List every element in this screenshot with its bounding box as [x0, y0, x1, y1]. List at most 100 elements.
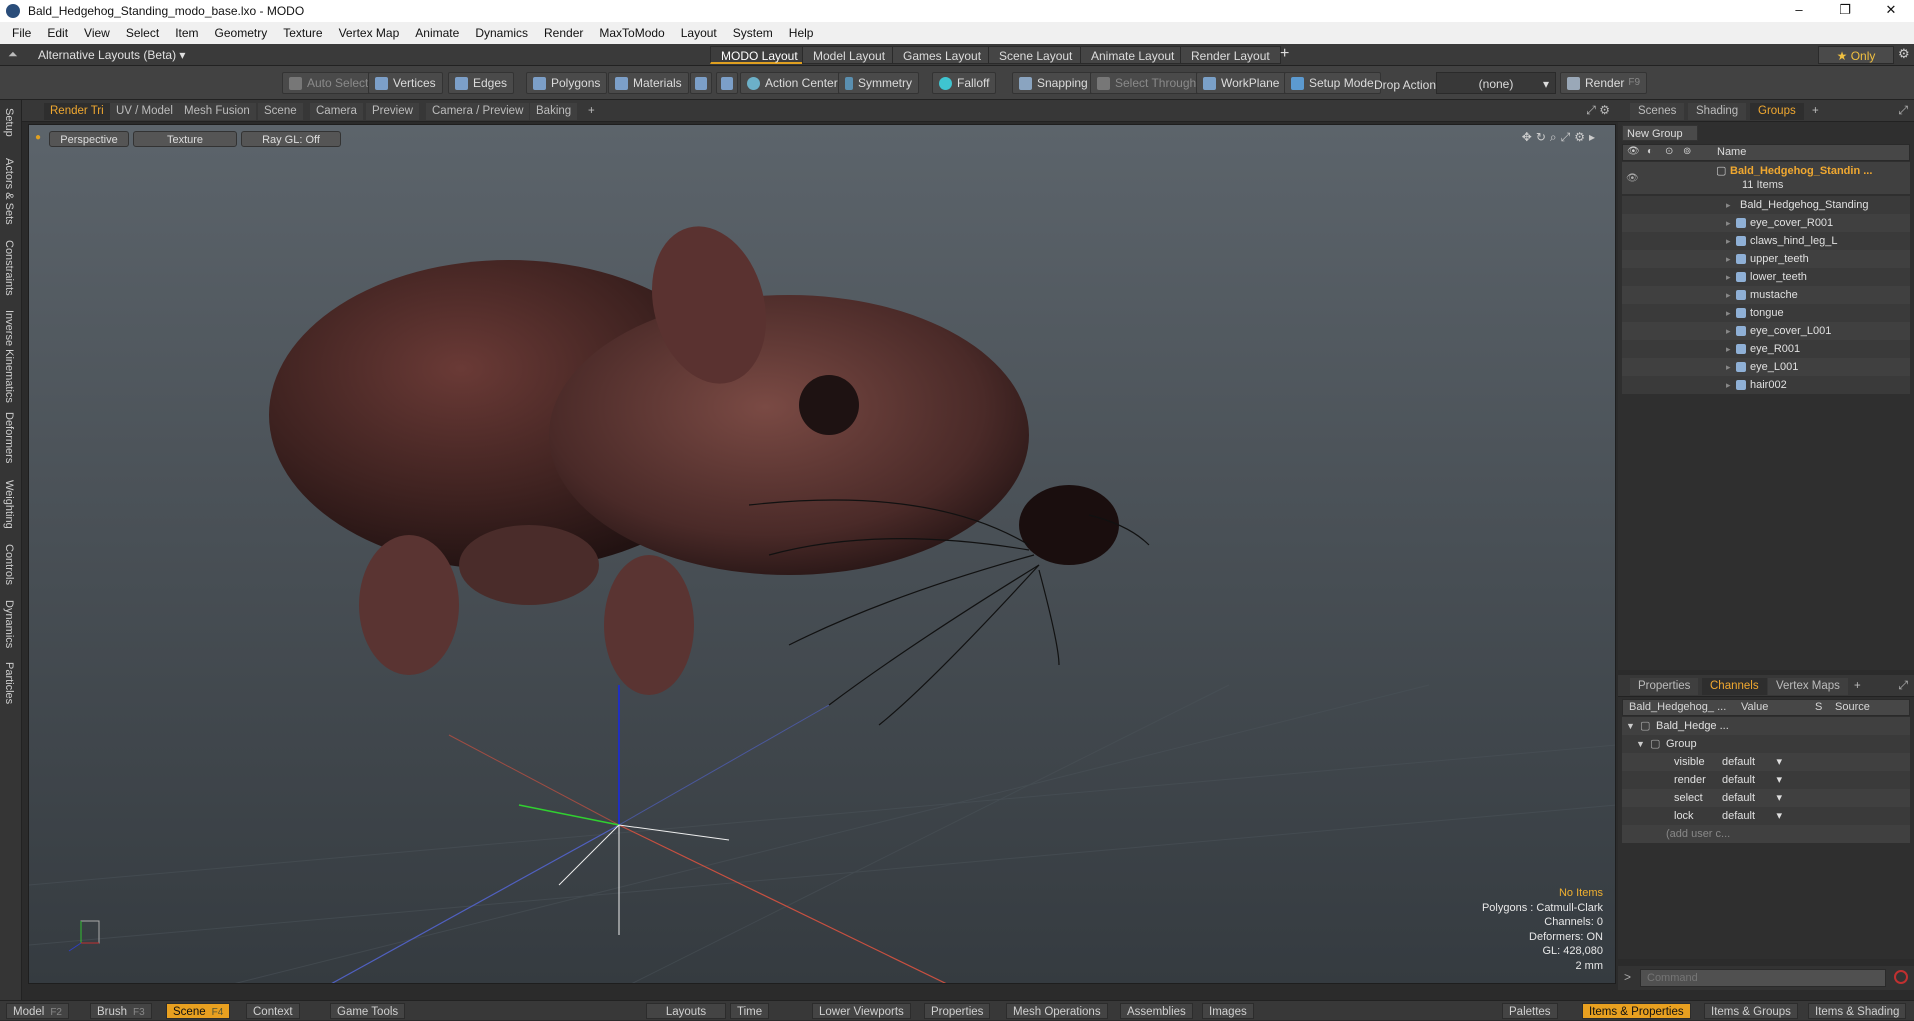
- drop-action-select[interactable]: (none) ▾: [1436, 72, 1556, 94]
- edges-button[interactable]: Edges: [448, 72, 515, 94]
- add-channel-tab-button[interactable]: +: [1846, 678, 1869, 695]
- model-mode-button[interactable]: Model F2: [6, 1003, 69, 1019]
- menu-file[interactable]: File: [4, 26, 39, 40]
- channel-value-dropdown[interactable]: default ▾: [1722, 807, 1782, 825]
- snapping-button[interactable]: Snapping: [1012, 72, 1095, 94]
- tab-modo-layout[interactable]: MODO Layout: [710, 46, 809, 64]
- select-mode-icon-a[interactable]: [690, 72, 712, 94]
- materials-button[interactable]: Materials: [608, 72, 689, 94]
- tab-vertex-maps[interactable]: Vertex Maps: [1768, 678, 1848, 695]
- close-button[interactable]: ✕: [1868, 0, 1914, 22]
- menu-geometry[interactable]: Geometry: [207, 26, 276, 40]
- list-item[interactable]: ▸ lower_teeth: [1622, 268, 1910, 286]
- tab-render-tri[interactable]: Render Tri: [44, 103, 110, 120]
- add-panel-tab-button[interactable]: +: [1804, 103, 1827, 120]
- list-item[interactable]: ▸ eye_R001: [1622, 340, 1910, 358]
- channel-value-dropdown[interactable]: default ▾: [1722, 789, 1782, 807]
- menu-render[interactable]: Render: [536, 26, 591, 40]
- lock-column-icon[interactable]: ⊙: [1665, 146, 1673, 157]
- list-item[interactable]: ▸ upper_teeth: [1622, 250, 1910, 268]
- channel-row-lock[interactable]: lock default ▾: [1622, 807, 1910, 825]
- eye-icon[interactable]: 👁: [1626, 170, 1639, 188]
- record-icon[interactable]: [1894, 970, 1908, 984]
- tab-shading[interactable]: Shading: [1688, 103, 1747, 120]
- vtab-constraints[interactable]: Constraints: [3, 240, 15, 296]
- new-group-button[interactable]: New Group: [1622, 125, 1698, 141]
- brush-mode-button[interactable]: Brush F3: [90, 1003, 152, 1019]
- tab-render-layout[interactable]: Render Layout: [1180, 46, 1281, 64]
- menu-maxtomodo[interactable]: MaxToModo: [591, 26, 672, 40]
- list-item[interactable]: ▸ eye_L001: [1622, 358, 1910, 376]
- tab-channels[interactable]: Channels: [1702, 678, 1767, 695]
- auto-select-button[interactable]: Auto Select: [282, 72, 376, 94]
- menu-view[interactable]: View: [76, 26, 118, 40]
- vtab-deformers[interactable]: Deformers: [3, 412, 15, 463]
- tab-games-layout[interactable]: Games Layout: [892, 46, 993, 64]
- scene-mode-button[interactable]: Scene F4: [166, 1003, 231, 1019]
- channel-row-select[interactable]: select default ▾: [1622, 789, 1910, 807]
- tab-preview[interactable]: Preview: [366, 103, 419, 120]
- menu-edit[interactable]: Edit: [39, 26, 76, 40]
- select-column-icon[interactable]: ⊚: [1683, 146, 1691, 157]
- channel-row-render[interactable]: render default ▾: [1622, 771, 1910, 789]
- mesh-operations-button[interactable]: Mesh Operations: [1006, 1003, 1108, 1019]
- select-mode-icon-b[interactable]: [716, 72, 738, 94]
- list-item[interactable]: ▸ eye_cover_L001: [1622, 322, 1910, 340]
- list-item[interactable]: ▸ tongue: [1622, 304, 1910, 322]
- tab-properties[interactable]: Properties: [1630, 678, 1699, 695]
- collapse-arrow-icon[interactable]: ▼: [1636, 735, 1645, 753]
- properties-button[interactable]: Properties: [924, 1003, 991, 1019]
- render-column-icon[interactable]: ◐: [1647, 146, 1653, 157]
- menu-item[interactable]: Item: [167, 26, 206, 40]
- tab-camera-preview[interactable]: Camera / Preview: [426, 103, 530, 120]
- group-row[interactable]: 👁 ▢ Bald_Hedgehog_Standin ... 11 Items: [1622, 162, 1910, 194]
- items-shading-button[interactable]: Items & Shading: [1808, 1003, 1907, 1019]
- vtab-actors-sets[interactable]: Actors & Sets: [3, 158, 15, 225]
- render-button[interactable]: Render F9: [1560, 72, 1648, 94]
- minimize-button[interactable]: –: [1776, 0, 1822, 22]
- layouts-button[interactable]: Layouts: [646, 1003, 726, 1019]
- tab-mesh-fusion[interactable]: Mesh Fusion: [178, 103, 256, 120]
- menu-help[interactable]: Help: [781, 26, 822, 40]
- vtab-weighting[interactable]: Weighting: [3, 480, 15, 529]
- symmetry-button[interactable]: Symmetry: [838, 72, 919, 94]
- visibility-column-icon[interactable]: 👁: [1627, 146, 1640, 157]
- add-layout-button[interactable]: +: [1280, 45, 1289, 63]
- items-properties-button[interactable]: Items & Properties: [1582, 1003, 1691, 1019]
- tab-model-layout[interactable]: Model Layout: [802, 46, 897, 64]
- setup-mode-button[interactable]: Setup Mode: [1284, 72, 1381, 94]
- channel-group-row[interactable]: ▼ ▢ Group: [1622, 735, 1910, 753]
- workplane-button[interactable]: WorkPlane: [1196, 72, 1287, 94]
- restore-button[interactable]: ❐: [1822, 0, 1868, 22]
- vtab-inverse-kinematics[interactable]: Inverse Kinematics: [3, 310, 15, 403]
- tab-uv-model[interactable]: UV / Model: [110, 103, 179, 120]
- vtab-dynamics[interactable]: Dynamics: [3, 600, 15, 648]
- context-button[interactable]: Context: [246, 1003, 300, 1019]
- channel-root-row[interactable]: ▼ ▢ Bald_Hedge ...: [1622, 717, 1910, 735]
- panel-expand-icon[interactable]: ⤢: [1898, 103, 1908, 118]
- vtab-particles[interactable]: Particles: [3, 662, 15, 704]
- list-item[interactable]: ▸ hair002: [1622, 376, 1910, 394]
- list-item[interactable]: ▸ eye_cover_R001: [1622, 214, 1910, 232]
- tab-scenes[interactable]: Scenes: [1630, 103, 1685, 120]
- assemblies-button[interactable]: Assemblies: [1120, 1003, 1193, 1019]
- images-button[interactable]: Images: [1202, 1003, 1254, 1019]
- 3d-viewport[interactable]: ● Perspective Texture Ray GL: Off ✥↻⌕⤢⚙▸: [28, 124, 1616, 984]
- gear-icon[interactable]: ⚙: [1898, 46, 1910, 62]
- add-viewport-tab-button[interactable]: +: [582, 103, 601, 120]
- add-user-channel-row[interactable]: (add user c...: [1622, 825, 1910, 843]
- menu-animate[interactable]: Animate: [407, 26, 467, 40]
- polygons-button[interactable]: Polygons: [526, 72, 608, 94]
- tab-scene-layout[interactable]: Scene Layout: [988, 46, 1084, 64]
- layout-arrow-icon[interactable]: ⏶: [8, 47, 18, 62]
- menu-texture[interactable]: Texture: [275, 26, 330, 40]
- tab-camera[interactable]: Camera: [310, 103, 363, 120]
- items-groups-button[interactable]: Items & Groups: [1704, 1003, 1798, 1019]
- channel-value-dropdown[interactable]: default ▾: [1722, 753, 1782, 771]
- tab-baking[interactable]: Baking: [530, 103, 578, 120]
- menu-dynamics[interactable]: Dynamics: [467, 26, 536, 40]
- channel-value-dropdown[interactable]: default ▾: [1722, 771, 1782, 789]
- game-tools-button[interactable]: Game Tools: [330, 1003, 406, 1019]
- channels-expand-icon[interactable]: ⤢: [1898, 678, 1908, 693]
- tab-scene[interactable]: Scene: [258, 103, 303, 120]
